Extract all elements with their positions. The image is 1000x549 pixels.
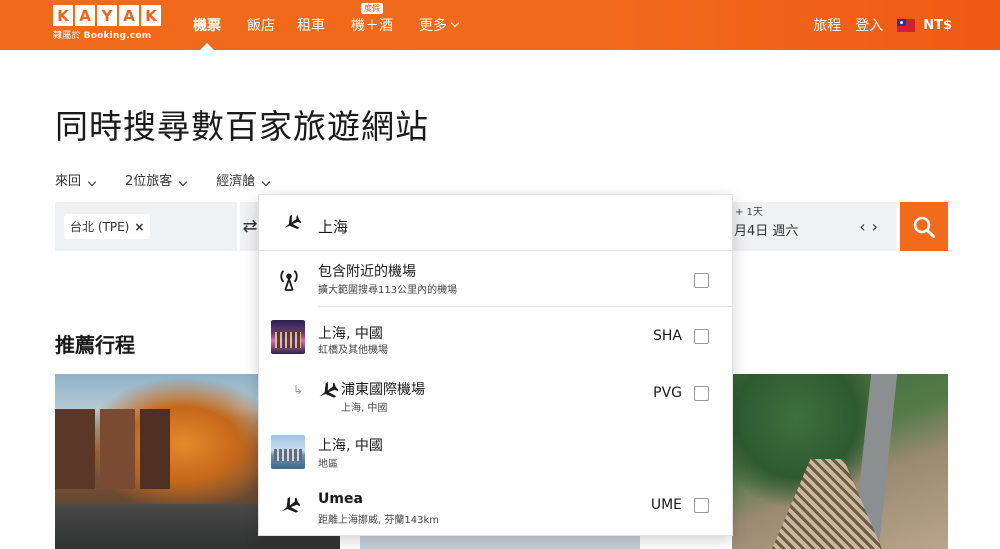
swap-icon: ⇄ — [242, 216, 258, 237]
logo-sub-brand: Booking.com — [83, 31, 152, 41]
logo-sub-prefix: 隸屬於 — [53, 31, 81, 41]
nav-cars[interactable]: 租車 — [297, 0, 325, 50]
nav-hotels-label: 飯店 — [247, 18, 275, 34]
chevron-down-icon — [87, 177, 97, 187]
result-subtitle: 上海, 中國 — [341, 403, 388, 414]
airplane-icon — [319, 381, 338, 398]
nav-flights[interactable]: 機票 — [193, 0, 221, 50]
trip-card-paris[interactable] — [732, 374, 948, 549]
search-options: 來回 2位旅客 經濟艙 — [55, 170, 299, 189]
airplane-icon — [281, 496, 300, 513]
nav-more[interactable]: 更多 — [419, 0, 460, 50]
nav-packages-label: 機＋酒 — [351, 18, 393, 34]
main-nav: 機票 飯店 租車 度假 機＋酒 更多 — [193, 0, 460, 50]
close-icon[interactable]: × — [134, 220, 144, 234]
airport-code: SHA — [653, 328, 682, 344]
chevron-down-icon — [450, 18, 460, 28]
date-stepper: ‹› — [859, 217, 884, 236]
chevron-down-icon — [179, 177, 188, 187]
result-title: Umea — [318, 491, 363, 507]
nearby-checkbox[interactable] — [694, 273, 709, 288]
logo-letters: K A Y A K — [53, 5, 165, 26]
airport-code: PVG — [653, 385, 682, 401]
result-item-ume[interactable]: Umea 距離上海挪威, 芬蘭143km UME — [259, 477, 732, 535]
building-shape — [140, 409, 170, 489]
date-field[interactable]: + 1天 月4日 週六 ‹› — [720, 202, 896, 251]
origin-chip[interactable]: 台北 (TPE) × — [64, 214, 151, 239]
result-item-pvg[interactable]: ↳ 浦東國際機場 上海, 中國 PVG — [259, 363, 732, 421]
destination-input[interactable]: 上海 — [259, 195, 732, 251]
chevron-down-icon — [262, 177, 271, 187]
destination-query: 上海 — [318, 218, 349, 236]
result-subtitle: 虹橋及其他機場 — [318, 345, 388, 356]
travelers-selector[interactable]: 2位旅客 — [125, 170, 188, 189]
top-header: K A Y A K 隸屬於 Booking.com 機票 飯店 租車 度假 機＋… — [0, 0, 1000, 50]
taiwan-flag-icon[interactable] — [897, 18, 916, 32]
result-title: 上海, 中國 — [318, 438, 383, 454]
swap-button[interactable]: ⇄ — [240, 202, 260, 251]
trips-link[interactable]: 旅程 — [813, 15, 841, 35]
login-link[interactable]: 登入 — [855, 15, 883, 35]
airplane-icon — [284, 214, 301, 229]
kayak-logo[interactable]: K A Y A K 隸屬於 Booking.com — [53, 5, 165, 41]
chevron-left-icon[interactable]: ‹ — [859, 217, 871, 236]
trip-type-selector[interactable]: 來回 — [55, 170, 97, 189]
trip-type-label: 來回 — [55, 174, 82, 189]
airport-code: UME — [650, 497, 682, 513]
search-icon — [913, 216, 935, 238]
building-shape — [100, 409, 135, 489]
result-item-region[interactable]: 上海, 中國 地區 — [259, 421, 732, 477]
header-actions: 旅程 登入 NT$ — [799, 0, 952, 50]
destination-autocomplete: 上海 包含附近的機場 擴大範圍搜尋113公里內的機場 上海, 中國 虹橋及其他機… — [258, 194, 733, 536]
cabin-selector[interactable]: 經濟艙 — [216, 170, 271, 189]
chevron-right-icon[interactable]: › — [872, 217, 884, 236]
logo-letter: K — [141, 5, 161, 26]
logo-letter: K — [53, 5, 73, 26]
travelers-label: 2位旅客 — [125, 174, 173, 189]
origin-chip-label: 台北 (TPE) — [70, 220, 130, 234]
result-item-sha[interactable]: 上海, 中國 虹橋及其他機場 SHA — [259, 307, 732, 363]
result-checkbox[interactable] — [694, 386, 709, 401]
nav-packages-badge: 度假 — [361, 3, 383, 14]
page-title: 同時搜尋數百家旅遊網站 — [55, 107, 429, 146]
nearby-subtitle: 擴大範圍搜尋113公里內的機場 — [318, 285, 458, 296]
origin-field[interactable]: 台北 (TPE) × — [55, 202, 237, 251]
date-flex-label: + 1天 — [735, 207, 763, 218]
logo-letter: A — [119, 5, 139, 26]
cabin-label: 經濟艙 — [216, 174, 256, 189]
nearby-airports-option[interactable]: 包含附近的機場 擴大範圍搜尋113公里內的機場 — [259, 251, 732, 306]
nearby-title: 包含附近的機場 — [318, 264, 416, 280]
search-button[interactable] — [900, 202, 948, 251]
radar-icon — [280, 270, 298, 291]
nav-hotels[interactable]: 飯店 — [247, 0, 275, 50]
logo-subtitle: 隸屬於 Booking.com — [53, 28, 165, 41]
building-shape — [55, 409, 95, 489]
nav-flights-label: 機票 — [193, 18, 221, 34]
child-indent-arrow-icon: ↳ — [293, 383, 304, 397]
logo-letter: A — [75, 5, 95, 26]
date-value: 月4日 週六 — [734, 224, 799, 239]
result-title: 浦東國際機場 — [341, 382, 425, 398]
result-title: 上海, 中國 — [318, 326, 383, 342]
result-subtitle: 地區 — [318, 459, 338, 470]
result-subtitle: 距離上海挪威, 芬蘭143km — [318, 515, 439, 526]
nav-cars-label: 租車 — [297, 18, 325, 34]
recommendations-title: 推薦行程 — [55, 333, 135, 357]
logo-letter: Y — [97, 5, 117, 26]
region-thumbnail — [271, 435, 305, 469]
nav-more-label: 更多 — [419, 18, 447, 34]
currency-selector[interactable]: NT$ — [923, 18, 952, 33]
nav-packages[interactable]: 度假 機＋酒 — [351, 0, 393, 50]
result-checkbox[interactable] — [694, 498, 709, 513]
city-thumbnail — [271, 320, 305, 354]
result-checkbox[interactable] — [694, 329, 709, 344]
